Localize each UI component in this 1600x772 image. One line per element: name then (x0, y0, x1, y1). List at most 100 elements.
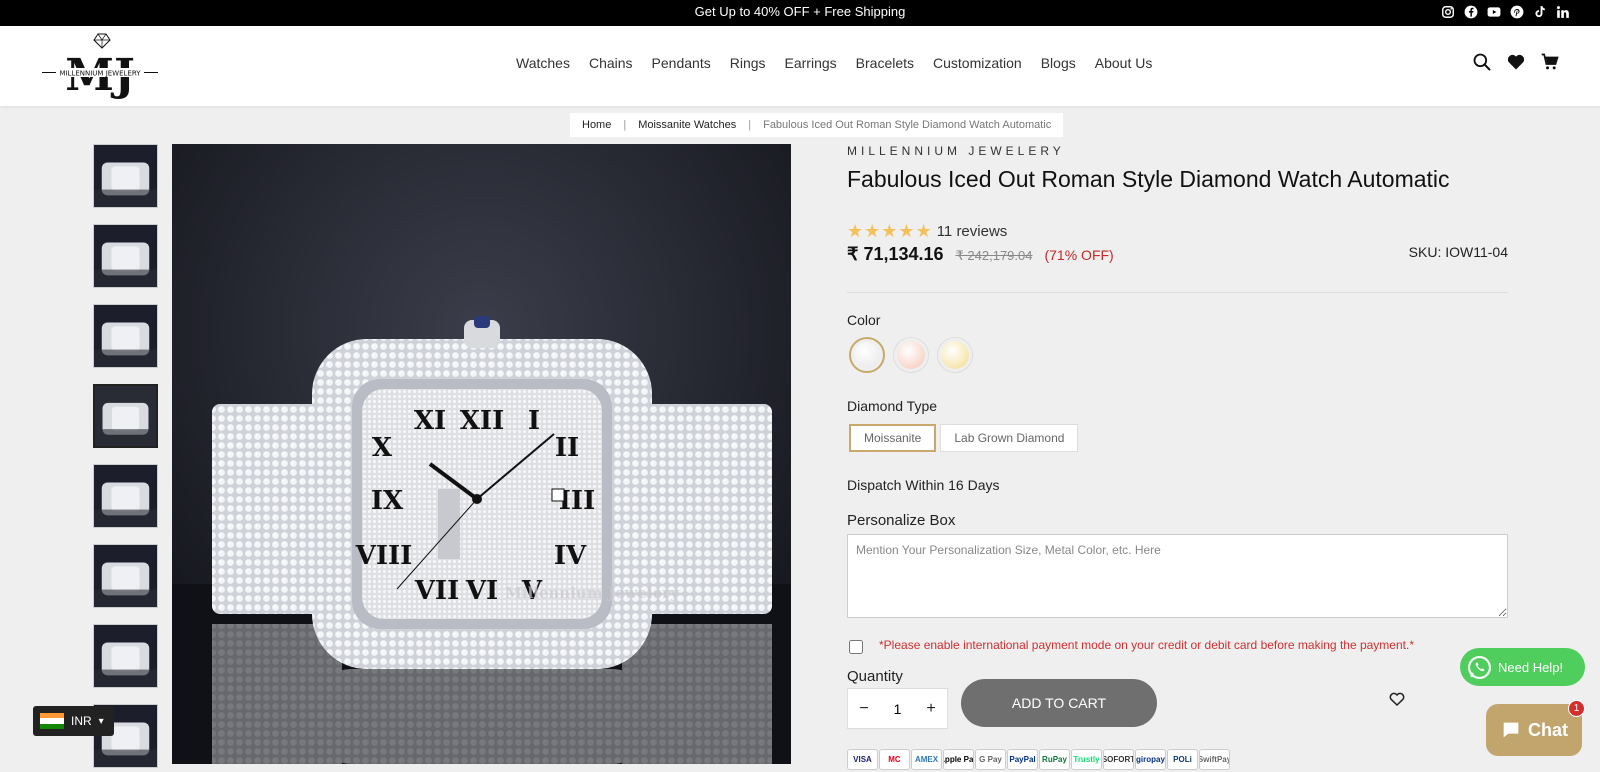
heart-icon[interactable] (1506, 52, 1526, 72)
product-main-image[interactable]: XII XI I II X IX III VIII IV VII VI V Mi… (172, 144, 791, 764)
product-thumbnail[interactable] (93, 544, 158, 608)
nav-bracelets[interactable]: Bracelets (856, 55, 914, 71)
svg-text:XII: XII (460, 406, 505, 436)
payment-notice-checkbox[interactable] (849, 640, 863, 654)
svg-text:IV: IV (554, 541, 587, 571)
quantity-label: Quantity (847, 668, 903, 685)
chat-notification-badge: 1 (1568, 700, 1585, 717)
quantity-decrease-button[interactable]: − (852, 694, 876, 724)
product-title: Fabulous Iced Out Roman Style Diamond Wa… (847, 166, 1450, 192)
star-icon: ★ (915, 221, 932, 241)
pinterest-icon[interactable] (1509, 4, 1524, 19)
nav-earrings[interactable]: Earrings (785, 55, 837, 71)
nav-pendants[interactable]: Pendants (652, 55, 711, 71)
star-icon: ★ (881, 221, 898, 241)
breadcrumb: Home | Moissanite Watches | Fabulous Ice… (570, 113, 1064, 137)
diamond-option-moissanite[interactable]: Moissanite (849, 424, 937, 452)
quantity-increase-button[interactable]: + (919, 694, 943, 724)
chevron-down-icon: ▾ (98, 715, 104, 727)
site-logo[interactable]: MJ MILLENNIUM JEWELERY (42, 30, 158, 101)
star-icon: ★ (864, 221, 881, 241)
payment-badge: RuPay (1039, 749, 1070, 770)
product-thumbnail[interactable] (93, 144, 158, 208)
currency-selector[interactable]: INR ▾ (33, 706, 114, 736)
product-sku: SKU: IOW11-04 (1408, 244, 1508, 260)
diamond-type-label: Diamond Type (847, 398, 938, 414)
payment-badge: MC (879, 749, 910, 770)
product-thumbnail[interactable] (93, 224, 158, 288)
color-swatch-rose-gold[interactable] (893, 337, 929, 373)
payment-methods: VISAMCAMEXApple PayG PayPayPalRuPayTrust… (847, 749, 1230, 770)
personalize-textarea[interactable] (847, 534, 1508, 618)
sale-price: ₹ 71,134.16 (847, 244, 944, 264)
nav-blogs[interactable]: Blogs (1041, 55, 1076, 71)
breadcrumb-home[interactable]: Home (582, 119, 611, 131)
tiktok-icon[interactable] (1532, 4, 1547, 19)
svg-text:XI: XI (414, 406, 446, 436)
linkedin-icon[interactable] (1555, 4, 1570, 19)
payment-badge: PayPal (1007, 749, 1038, 770)
payment-badge: POLi (1167, 749, 1198, 770)
youtube-icon[interactable] (1486, 4, 1501, 19)
breadcrumb-separator: | (623, 119, 627, 131)
facebook-icon[interactable] (1463, 4, 1478, 19)
breadcrumb-category[interactable]: Moissanite Watches (638, 119, 736, 131)
payment-notice: *Please enable international payment mod… (879, 638, 1414, 652)
dispatch-info: Dispatch Within 16 Days (847, 477, 1000, 493)
header-actions (1472, 52, 1560, 72)
social-links (1440, 4, 1570, 19)
site-header: MJ MILLENNIUM JEWELERY Watches Chains Pe… (0, 26, 1600, 106)
svg-text:VIII: VIII (355, 541, 413, 571)
product-thumbnail[interactable] (93, 304, 158, 368)
chat-button[interactable]: Chat (1486, 704, 1582, 756)
india-flag-icon (40, 713, 64, 729)
product-thumbnail[interactable] (93, 464, 158, 528)
nav-customization[interactable]: Customization (933, 55, 1022, 71)
chat-bubble-icon (1503, 722, 1519, 738)
need-help-label: Need Help! (1498, 659, 1564, 675)
payment-badge: VISA (847, 749, 878, 770)
color-label: Color (847, 312, 881, 328)
quantity-input[interactable] (882, 693, 913, 724)
breadcrumb-current: Fabulous Iced Out Roman Style Diamond Wa… (763, 119, 1052, 131)
whatsapp-help-button[interactable]: Need Help! (1460, 648, 1585, 686)
svg-text:VII: VII (414, 576, 460, 606)
nav-rings[interactable]: Rings (730, 55, 766, 71)
instagram-icon[interactable] (1440, 4, 1455, 19)
nav-watches[interactable]: Watches (516, 55, 570, 71)
wishlist-heart-icon[interactable] (1388, 690, 1406, 708)
cart-icon[interactable] (1540, 52, 1560, 72)
payment-badge: Apple Pay (943, 749, 974, 770)
nav-chains[interactable]: Chains (589, 55, 633, 71)
payment-badge: Trustly (1071, 749, 1102, 770)
search-icon[interactable] (1472, 52, 1492, 72)
compare-price: ₹ 242,179.04 (955, 248, 1033, 263)
color-swatch-yellow-gold[interactable] (937, 337, 973, 373)
svg-text:II: II (555, 433, 579, 463)
svg-text:X: X (372, 433, 393, 463)
payment-badge: SwiftPay (1199, 749, 1230, 770)
payment-badge: AMEX (911, 749, 942, 770)
payment-badge: SOFORT (1103, 749, 1134, 770)
quantity-stepper: − + (847, 688, 948, 729)
product-rating[interactable]: ★ ★ ★ ★ ★ 11 reviews (847, 222, 1007, 240)
announcement-bar: Get Up to 40% OFF + Free Shipping (0, 0, 1600, 26)
svg-text:I: I (528, 406, 540, 436)
announcement-text: Get Up to 40% OFF + Free Shipping (694, 4, 906, 19)
logo-wordmark: MILLENNIUM JEWELERY (59, 70, 141, 78)
product-thumbnail[interactable] (93, 624, 158, 688)
payment-badge: G Pay (975, 749, 1006, 770)
price-row: ₹ 71,134.16 ₹ 242,179.04 (71% OFF) (847, 244, 1114, 265)
nav-about-us[interactable]: About Us (1095, 55, 1153, 71)
payment-badge: giropay (1135, 749, 1166, 770)
add-to-cart-button[interactable]: ADD TO CART (961, 679, 1157, 727)
product-brand: MILLENNIUM JEWELERY (847, 144, 1065, 158)
diamond-type-options: Moissanite Lab Grown Diamond (849, 424, 1079, 452)
review-count[interactable]: 11 reviews (937, 223, 1008, 240)
product-thumbnail[interactable] (93, 384, 158, 448)
diamond-option-lab-grown[interactable]: Lab Grown Diamond (940, 424, 1079, 452)
color-swatch-silver[interactable] (849, 337, 885, 373)
chat-label: Chat (1528, 719, 1568, 740)
currency-code: INR (71, 714, 92, 728)
star-icon: ★ (898, 221, 915, 241)
